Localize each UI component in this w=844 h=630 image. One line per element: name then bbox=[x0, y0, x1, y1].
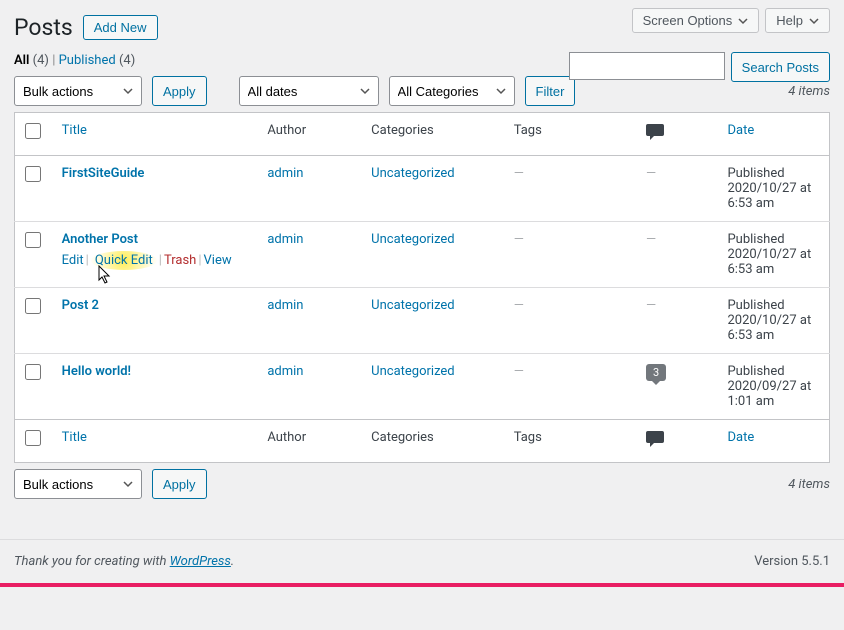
column-date[interactable]: Date bbox=[727, 123, 754, 138]
column-author: Author bbox=[257, 113, 361, 156]
tags-dash: — bbox=[514, 166, 524, 181]
column-author-footer: Author bbox=[257, 420, 361, 463]
chevron-down-icon bbox=[809, 16, 819, 26]
author-link[interactable]: admin bbox=[267, 166, 303, 181]
dates-filter-select[interactable]: All dates bbox=[239, 76, 379, 106]
column-tags: Tags bbox=[504, 113, 636, 156]
footer-version: Version 5.5.1 bbox=[754, 554, 830, 569]
apply-bulk-button[interactable]: Apply bbox=[152, 76, 207, 106]
select-all-checkbox-bottom[interactable] bbox=[25, 430, 41, 446]
items-count: 4 items bbox=[788, 84, 830, 99]
screen-options-button[interactable]: Screen Options bbox=[632, 8, 760, 33]
row-checkbox[interactable] bbox=[25, 364, 41, 380]
bulk-actions-select-bottom[interactable]: Bulk actions bbox=[14, 469, 142, 499]
apply-bulk-button-bottom[interactable]: Apply bbox=[152, 469, 207, 499]
table-row: FirstSiteGuide admin Uncategorized — — Publis… bbox=[15, 156, 830, 222]
cursor-icon bbox=[97, 265, 113, 285]
view-link[interactable]: View bbox=[204, 253, 232, 268]
post-title-link[interactable]: FirstSiteGuide bbox=[62, 166, 145, 181]
items-count-bottom: 4 items bbox=[788, 477, 830, 492]
help-button[interactable]: Help bbox=[765, 8, 830, 33]
trash-link[interactable]: Trash bbox=[164, 253, 196, 268]
column-title[interactable]: Title bbox=[62, 123, 87, 138]
no-comments-dash: — bbox=[646, 232, 656, 247]
row-checkbox[interactable] bbox=[25, 232, 41, 248]
help-label: Help bbox=[776, 13, 803, 28]
search-input[interactable] bbox=[569, 52, 725, 80]
comments-icon bbox=[646, 123, 666, 145]
bulk-actions-select[interactable]: Bulk actions bbox=[14, 76, 142, 106]
tags-dash: — bbox=[514, 298, 524, 313]
category-link[interactable]: Uncategorized bbox=[371, 232, 454, 247]
category-link[interactable]: Uncategorized bbox=[371, 166, 454, 181]
chevron-down-icon bbox=[738, 16, 748, 26]
comments-icon bbox=[646, 430, 666, 452]
table-row: Another Post Edit|Quick Edit|Trash|View ad… bbox=[15, 222, 830, 288]
author-link[interactable]: admin bbox=[267, 298, 303, 313]
author-link[interactable]: admin bbox=[267, 232, 303, 247]
no-comments-dash: — bbox=[646, 166, 656, 181]
column-categories: Categories bbox=[361, 113, 504, 156]
post-title-link[interactable]: Hello world! bbox=[62, 364, 131, 379]
filter-all-link[interactable]: All bbox=[14, 53, 29, 68]
row-actions: Edit|Quick Edit|Trash|View bbox=[62, 253, 248, 268]
column-title-footer[interactable]: Title bbox=[62, 430, 87, 445]
edit-link[interactable]: Edit bbox=[62, 253, 84, 268]
author-link[interactable]: admin bbox=[267, 364, 303, 379]
post-title-link[interactable]: Post 2 bbox=[62, 298, 99, 313]
row-checkbox[interactable] bbox=[25, 166, 41, 182]
tags-dash: — bbox=[514, 232, 524, 247]
table-row: Hello world! admin Uncategorized — 3 Publishe… bbox=[15, 354, 830, 420]
page-title: Posts bbox=[14, 14, 73, 41]
category-link[interactable]: Uncategorized bbox=[371, 364, 454, 379]
select-all-checkbox-top[interactable] bbox=[25, 123, 41, 139]
footer-thankyou: Thank you for creating with WordPress. bbox=[14, 554, 234, 569]
posts-table: Title Author Categories Tags Date FirstS… bbox=[14, 112, 830, 463]
category-link[interactable]: Uncategorized bbox=[371, 298, 454, 313]
wordpress-link[interactable]: WordPress bbox=[170, 554, 231, 569]
date-cell: Published2020/10/27 at 6:53 am bbox=[717, 156, 829, 222]
no-comments-dash: — bbox=[646, 298, 656, 313]
post-title-link[interactable]: Another Post bbox=[62, 232, 138, 247]
date-cell: Published2020/09/27 at 1:01 am bbox=[717, 354, 829, 420]
date-cell: Published2020/10/27 at 6:53 am bbox=[717, 288, 829, 354]
column-tags-footer: Tags bbox=[504, 420, 636, 463]
categories-filter-select[interactable]: All Categories bbox=[389, 76, 515, 106]
column-categories-footer: Categories bbox=[361, 420, 504, 463]
filter-all-count: (4) bbox=[33, 53, 49, 68]
filter-published-link[interactable]: Published bbox=[59, 53, 116, 68]
add-new-button[interactable]: Add New bbox=[83, 15, 158, 40]
screen-options-label: Screen Options bbox=[643, 13, 733, 28]
row-checkbox[interactable] bbox=[25, 298, 41, 314]
comment-count-badge[interactable]: 3 bbox=[646, 364, 666, 381]
filter-published-count: (4) bbox=[119, 53, 135, 68]
column-date-footer[interactable]: Date bbox=[727, 430, 754, 445]
table-row: Post 2 admin Uncategorized — — Published2020/… bbox=[15, 288, 830, 354]
tags-dash: — bbox=[514, 364, 524, 379]
search-posts-button[interactable]: Search Posts bbox=[731, 52, 830, 82]
date-cell: Published2020/10/27 at 6:53 am bbox=[717, 222, 829, 288]
